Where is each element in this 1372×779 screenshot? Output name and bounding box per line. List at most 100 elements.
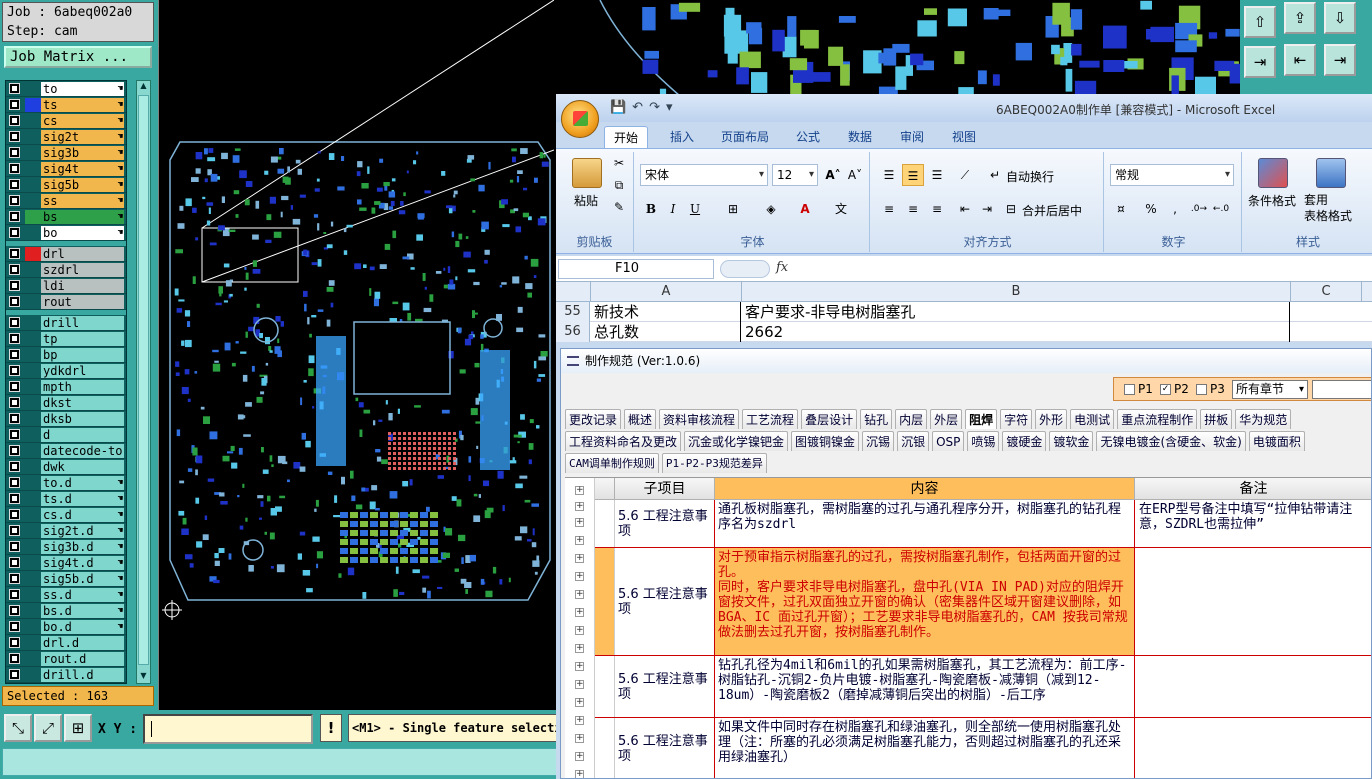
layer-checkbox[interactable] xyxy=(9,365,20,376)
layer-list-scrollbar[interactable]: ▲ ▼ xyxy=(136,80,151,684)
job-matrix-button[interactable]: Job Matrix ... xyxy=(4,46,152,68)
spec-tab[interactable]: OSP xyxy=(932,431,965,451)
snap-icon[interactable]: ⇥ xyxy=(1244,46,1276,78)
layer-name[interactable]: drill.d xyxy=(41,668,124,682)
layer-name[interactable]: ts ☚ xyxy=(41,98,124,112)
tree-expand-icon[interactable]: + xyxy=(575,752,584,761)
spec-row[interactable]: 5.6 工程注意事项 如果文件中同时存在树脂塞孔和绿油塞孔，则全部统一使用树脂塞孔… xyxy=(595,718,1371,778)
layer-checkbox[interactable] xyxy=(9,493,20,504)
increase-decimal-icon[interactable]: .0→ xyxy=(1188,198,1210,220)
layer-checkbox[interactable] xyxy=(9,131,20,142)
layer-name[interactable]: to.d ☚ xyxy=(41,476,124,490)
layer-name[interactable]: mpth xyxy=(41,380,124,394)
cell-a[interactable]: 总孔数 xyxy=(591,322,741,342)
row-number[interactable]: 55 xyxy=(556,302,590,322)
grow-font-icon[interactable]: A˄ xyxy=(822,164,844,186)
layer-row-cs.d[interactable]: cs.d ☚ xyxy=(6,507,126,523)
sheet-row[interactable]: 55 新技术 客户要求-非导电树脂塞孔 xyxy=(556,302,1372,322)
ribbon-tab-1[interactable]: 插入 xyxy=(660,126,704,148)
cut-icon[interactable]: ✂ xyxy=(608,152,630,174)
layer-checkbox[interactable] xyxy=(9,573,20,584)
layer-checkbox[interactable] xyxy=(9,653,20,664)
layer-name[interactable]: ss ☚ xyxy=(41,194,124,208)
spec-tab[interactable]: P1-P2-P3规范差异 xyxy=(661,453,767,473)
layer-name[interactable]: ydkdrl xyxy=(41,364,124,378)
header-note[interactable]: 备注 xyxy=(1135,478,1371,500)
layer-row-sig3b[interactable]: sig3b ☚ xyxy=(6,145,126,161)
layer-checkbox[interactable] xyxy=(9,83,20,94)
move-up-icon[interactable]: ⇪ xyxy=(1284,2,1316,34)
layer-checkbox[interactable] xyxy=(9,381,20,392)
tree-expand-icon[interactable]: + xyxy=(575,698,584,707)
format-painter-icon[interactable]: ✎ xyxy=(608,196,630,218)
pcb-graphics-view[interactable] xyxy=(158,0,554,710)
layer-name[interactable]: to ☚ xyxy=(41,82,124,96)
header-select[interactable] xyxy=(595,478,615,500)
phonetic-icon[interactable]: 文 xyxy=(830,198,852,220)
layer-checkbox[interactable] xyxy=(9,461,20,472)
layer-name[interactable]: ts.d ☚ xyxy=(41,492,124,506)
move-right-icon[interactable]: ⇥ xyxy=(1324,44,1356,76)
spec-tab[interactable]: 钻孔 xyxy=(860,409,893,429)
p3-checkbox[interactable] xyxy=(1196,384,1207,395)
layer-name[interactable]: d xyxy=(41,428,124,442)
layer-checkbox[interactable] xyxy=(9,147,20,158)
ribbon-tab-0[interactable]: 开始 xyxy=(604,126,648,148)
layer-row-sig4t.d[interactable]: sig4t.d ☚ xyxy=(6,555,126,571)
layer-checkbox[interactable] xyxy=(9,637,20,648)
search-input[interactable] xyxy=(1312,380,1371,399)
align-middle-icon[interactable]: ☰ xyxy=(902,164,924,186)
number-format-select[interactable]: 常规 xyxy=(1110,164,1234,186)
layer-checkbox[interactable] xyxy=(9,179,20,190)
layer-name[interactable]: sig3b.d ☚ xyxy=(41,540,124,554)
layer-name[interactable]: drl xyxy=(41,247,124,261)
layer-row-dkst[interactable]: dkst xyxy=(6,395,126,411)
layer-name[interactable]: rout xyxy=(41,295,124,309)
orientation-icon[interactable]: ⟋ xyxy=(954,164,976,186)
layer-name[interactable]: bo ☚ xyxy=(41,226,124,240)
layer-checkbox[interactable] xyxy=(9,264,20,275)
layer-row-rout[interactable]: rout xyxy=(6,294,126,310)
layer-checkbox[interactable] xyxy=(9,333,20,344)
ribbon-tab-4[interactable]: 数据 xyxy=(840,126,880,148)
layer-row-ldi[interactable]: ldi xyxy=(6,278,126,294)
menu-icon[interactable] xyxy=(567,356,579,366)
layer-checkbox[interactable] xyxy=(9,413,20,424)
layer-checkbox[interactable] xyxy=(9,445,20,456)
chapter-select[interactable]: 所有章节 xyxy=(1232,380,1308,399)
layer-row-sig2t[interactable]: sig2t ☚ xyxy=(6,129,126,145)
conditional-format-icon[interactable] xyxy=(1258,158,1288,188)
layer-row-ydkdrl[interactable]: ydkdrl xyxy=(6,363,126,379)
ribbon-tab-6[interactable]: 视图 xyxy=(944,126,984,148)
ribbon-tab-2[interactable]: 页面布局 xyxy=(714,126,776,148)
layer-row-dksb[interactable]: dksb xyxy=(6,411,126,427)
comma-icon[interactable]: , xyxy=(1164,198,1186,220)
percent-icon[interactable]: % xyxy=(1140,198,1162,220)
fx-icon[interactable]: fx xyxy=(776,260,788,275)
layer-checkbox[interactable] xyxy=(9,605,20,616)
spec-tab[interactable]: 更改记录 xyxy=(565,409,622,429)
scroll-up-icon[interactable]: ▲ xyxy=(138,81,149,93)
fill-color-icon[interactable]: ◈ xyxy=(760,198,782,220)
spec-tab[interactable]: 电测试 xyxy=(1070,409,1115,429)
layer-checkbox[interactable] xyxy=(9,317,20,328)
move-down-icon[interactable]: ⇩ xyxy=(1324,2,1356,34)
spec-tab[interactable]: 叠层设计 xyxy=(801,409,858,429)
formula-buttons[interactable] xyxy=(720,260,770,278)
align-top-icon[interactable]: ☰ xyxy=(878,164,900,186)
header-sub[interactable]: 子项目 xyxy=(615,478,715,500)
wrap-text-icon[interactable]: ↵ xyxy=(984,164,1006,186)
layer-name[interactable]: drill xyxy=(41,316,124,330)
layer-name[interactable]: bs ☚ xyxy=(41,210,124,224)
column-header-a[interactable]: A xyxy=(591,282,742,302)
spec-tab[interactable]: 沉锡 xyxy=(862,431,895,451)
spec-row[interactable]: 5.6 工程注意事项 钻孔孔径为4mil和6mil的孔如果需树脂塞孔，其工艺流程为… xyxy=(595,656,1371,718)
layer-checkbox[interactable] xyxy=(9,477,20,488)
spec-tab[interactable]: 资料审核流程 xyxy=(659,409,740,429)
pcb-canvas[interactable] xyxy=(158,0,554,710)
name-box[interactable]: F10 xyxy=(558,259,714,279)
borders-icon[interactable]: ⊞ xyxy=(722,198,744,220)
layer-row-sig3b.d[interactable]: sig3b.d ☚ xyxy=(6,539,126,555)
layer-row-to.d[interactable]: to.d ☚ xyxy=(6,475,126,491)
layer-row-bs.d[interactable]: bs.d ☚ xyxy=(6,603,126,619)
